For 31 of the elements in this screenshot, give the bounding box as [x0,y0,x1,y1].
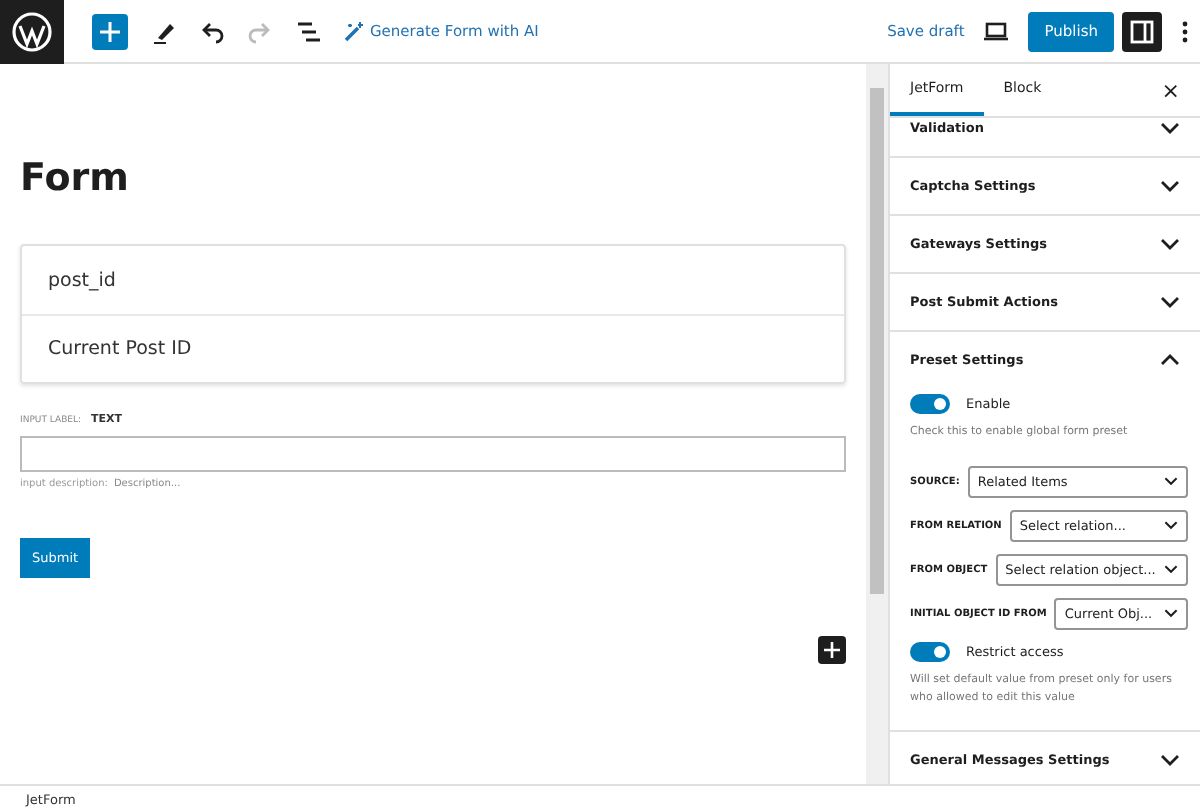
toggle-switch[interactable] [910,394,950,414]
chevron-down-icon[interactable] [1164,520,1178,531]
form-title: Form [20,156,131,200]
settings-toggle-button[interactable] [1122,11,1162,51]
chevron-down-icon[interactable] [1160,180,1180,192]
chevron-down-icon[interactable] [1160,122,1180,134]
magic-wand-icon [344,21,364,41]
card-text: post_id [46,267,118,295]
wordpress-logo[interactable] [0,0,64,63]
more-options-icon[interactable] [1182,19,1188,43]
scrollbar[interactable] [866,64,888,784]
plus-icon [824,642,840,658]
sidebar-icon [1130,19,1154,43]
chevron-down-icon[interactable] [1164,564,1178,575]
desktop-preview-icon[interactable] [984,21,1009,41]
chevron-down-icon[interactable] [1160,754,1180,767]
chevron-down-icon[interactable] [1160,238,1180,250]
add-block-button[interactable] [818,636,846,664]
undo-icon[interactable] [200,19,224,43]
text-input-field[interactable] [20,436,846,472]
chevron-down-icon[interactable] [1164,608,1178,619]
card-text: Current Post ID [22,314,844,382]
chevron-down-icon[interactable] [1160,296,1180,308]
list-view-icon[interactable] [296,19,320,43]
wordpress-icon [12,11,52,51]
toggle-switch[interactable] [910,641,950,662]
plus-icon [100,21,120,41]
pencil-icon[interactable] [152,19,176,43]
close-button[interactable]: × [1161,77,1180,103]
chevron-up-icon[interactable] [1160,354,1180,366]
chevron-down-icon[interactable] [1164,476,1178,487]
